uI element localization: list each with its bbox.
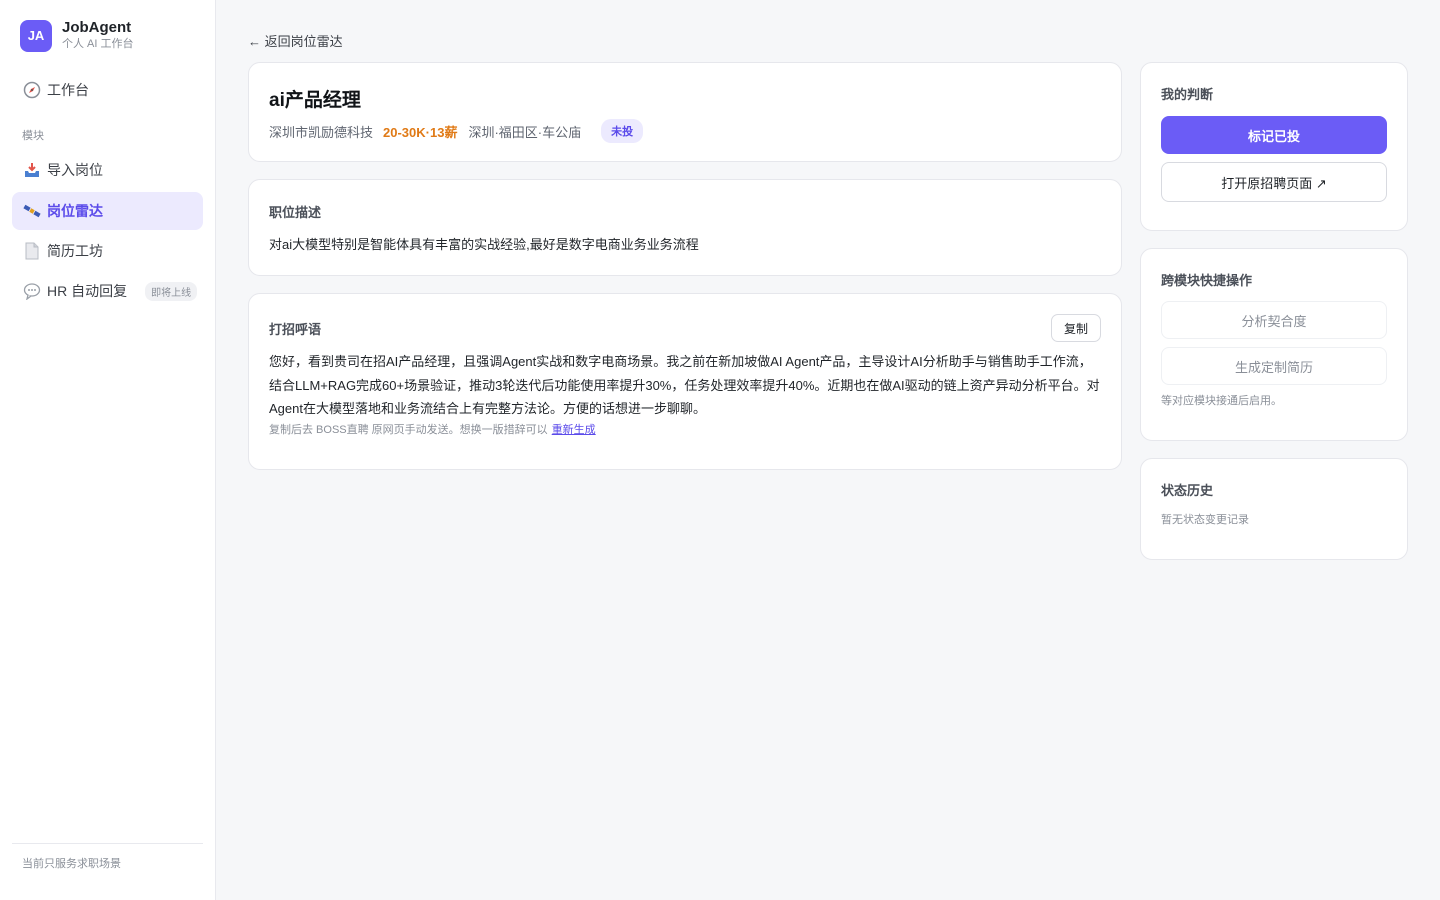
job-meta: 深圳市凯励德科技 20-30K·13薪 深圳·福田区·车公庙 未投 [269,119,644,143]
sidebar-item-label: 工作台 [47,82,89,98]
copy-button[interactable]: 复制 [1051,314,1101,342]
judgement-card: 我的判断 标记已投 打开原招聘页面 ↗ [1140,62,1408,231]
sidebar-item-label: 简历工坊 [47,243,103,259]
document-icon [22,241,42,261]
brand-logo: JA [20,19,52,52]
sidebar-item-workbench[interactable]: 工作台 [12,71,203,109]
regenerate-link[interactable]: 重新生成 [552,424,596,436]
status-history-card: 状态历史 暂无状态变更记录 [1140,458,1408,560]
sidebar-item-resume-workshop[interactable]: 简历工坊 [12,232,203,270]
back-link[interactable]: ← 返回岗位雷达 [248,31,343,50]
job-header-card: ai产品经理 深圳市凯励德科技 20-30K·13薪 深圳·福田区·车公庙 未投 [248,62,1122,162]
sidebar-item-label: 岗位雷达 [47,203,103,219]
company-name: 深圳市凯励德科技 [269,124,374,140]
nav-section-label: 模块 [22,130,44,142]
sidebar-divider [12,843,203,844]
sidebar-item-label: HR 自动回复 [47,283,128,299]
brand[interactable]: JA JobAgent 个人 AI 工作台 [20,19,134,52]
status-badge: 未投 [601,119,644,143]
salary: 20-30K·13薪 [383,124,458,140]
greeting-label: 打招呼语 [269,322,322,337]
quick-actions-card: 跨模块快捷操作 分析契合度 生成定制简历 等对应模块接通后启用。 [1140,248,1408,441]
greeting-text: 您好，看到贵司在招AI产品经理，且强调Agent实战和数字电商场景。我之前在新加… [269,354,1100,416]
job-description-card: 职位描述 对ai大模型特别是智能体具有丰富的实战经验,最好是数字电商业务业务流程 [248,179,1122,276]
analyze-fit-button[interactable]: 分析契合度 [1161,301,1387,339]
sidebar: JA JobAgent 个人 AI 工作台 工作台 模块 导入岗位 岗位雷达 简… [0,0,216,900]
open-original-button[interactable]: 打开原招聘页面 ↗ [1161,162,1387,202]
sidebar-item-import-jobs[interactable]: 导入岗位 [12,151,203,189]
hint-text: 复制后去 BOSS直聘 原网页手动发送。想换一版措辞可以 [269,424,548,436]
sidebar-item-label: 导入岗位 [47,162,103,178]
description-label: 职位描述 [269,205,322,220]
quick-actions-note: 等对应模块接通后启用。 [1161,395,1282,407]
sidebar-item-hr-auto-reply[interactable]: HR 自动回复 即将上线 [12,272,203,310]
sidebar-footer: 当前只服务求职场景 [22,858,121,870]
greeting-hint: 复制后去 BOSS直聘 原网页手动发送。想换一版措辞可以 重新生成 [269,421,596,437]
history-label: 状态历史 [1161,483,1214,498]
job-title: ai产品经理 [269,90,361,111]
sidebar-item-job-radar[interactable]: 岗位雷达 [12,192,203,230]
quick-actions-label: 跨模块快捷操作 [1161,273,1253,288]
history-empty-text: 暂无状态变更记录 [1161,514,1249,526]
generate-resume-button[interactable]: 生成定制简历 [1161,347,1387,385]
brand-subtitle: 个人 AI 工作台 [62,38,134,50]
satellite-icon [22,201,42,221]
inbox-tray-icon [22,160,42,180]
speech-bubble-icon [22,281,42,301]
coming-soon-badge: 即将上线 [145,281,198,301]
compass-icon [22,80,42,100]
location: 深圳·福田区·车公庙 [468,124,582,140]
brand-name: JobAgent [62,19,132,36]
judgement-label: 我的判断 [1161,87,1214,102]
mark-applied-button[interactable]: 标记已投 [1161,116,1387,154]
description-text: 对ai大模型特别是智能体具有丰富的实战经验,最好是数字电商业务业务流程 [269,237,699,252]
greeting-card: 打招呼语 复制 您好，看到贵司在招AI产品经理，且强调Agent实战和数字电商场… [248,293,1122,470]
